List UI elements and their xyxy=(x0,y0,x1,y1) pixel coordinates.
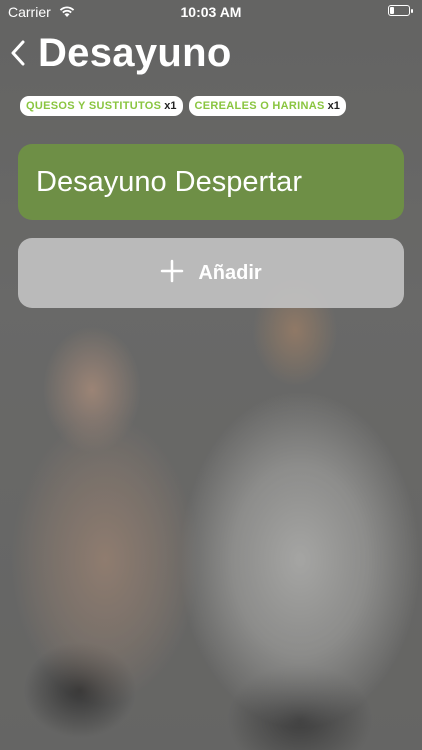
status-time: 10:03 AM xyxy=(180,4,242,20)
battery-icon xyxy=(388,5,413,16)
meal-name: Desayuno Despertar xyxy=(36,165,302,198)
plus-icon xyxy=(160,259,184,288)
chip-label: CEREALES O HARINAS xyxy=(194,100,325,112)
chip-quesos: QUESOS Y SUSTITUTOS x1 xyxy=(20,96,183,116)
food-group-chips: QUESOS Y SUSTITUTOS x1 CEREALES O HARINA… xyxy=(20,96,346,116)
chip-count: x1 xyxy=(164,100,177,112)
add-button-label: Añadir xyxy=(198,261,262,284)
status-bar: Carrier 10:03 AM xyxy=(0,0,422,24)
meal-card[interactable]: Desayuno Despertar xyxy=(18,144,404,220)
chip-count: x1 xyxy=(327,100,340,112)
chip-label: QUESOS Y SUSTITUTOS xyxy=(26,100,162,112)
page-title: Desayuno xyxy=(38,30,232,75)
back-chevron-icon[interactable] xyxy=(10,33,36,73)
chip-cereales: CEREALES O HARINAS x1 xyxy=(188,96,346,116)
header: Desayuno xyxy=(10,28,232,78)
add-button[interactable]: Añadir xyxy=(18,238,404,308)
